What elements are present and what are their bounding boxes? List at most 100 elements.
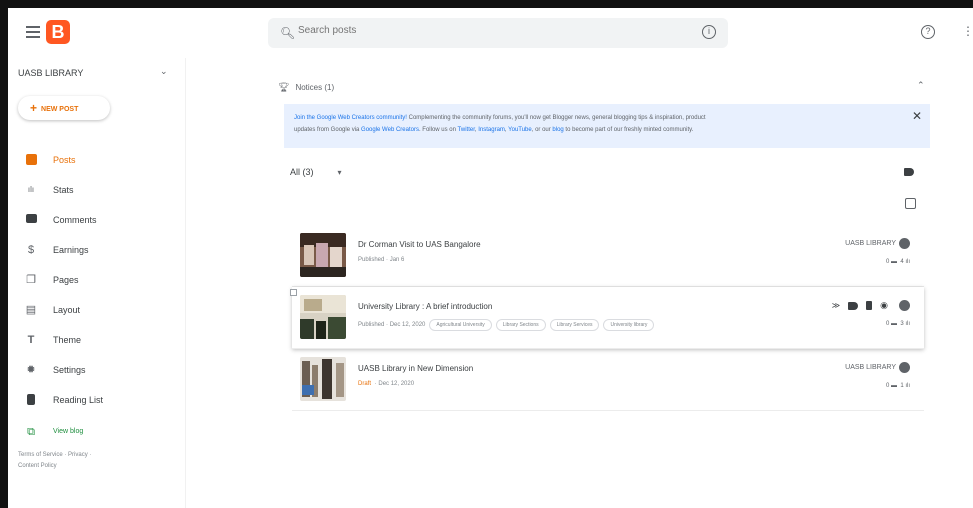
top-app-bar: B 🔍︎ i ? ⋮ [8, 8, 973, 58]
layout-icon: ▤ [25, 304, 37, 316]
bookmark-icon [25, 394, 37, 406]
author-name: UASB LIBRARY [845, 364, 896, 371]
settings-icon: ✹ [26, 364, 36, 376]
post-title[interactable]: University Library : A brief introductio… [358, 302, 492, 311]
sidebar-item-label: Theme [53, 335, 82, 345]
views-icon: ılı [905, 259, 910, 265]
earnings-icon: $ [27, 244, 35, 256]
sidebar-item-label: Posts [53, 155, 76, 165]
share-icon[interactable]: ≫ [832, 301, 840, 310]
notice-link-instagram[interactable]: Instagram [478, 127, 505, 133]
comment-count: 0 [885, 321, 890, 327]
search-bar[interactable]: 🔍︎ i [268, 18, 728, 48]
notice-link-gwc[interactable]: Google Web Creators [361, 127, 419, 133]
notice-link-twitter[interactable]: Twitter [458, 127, 475, 133]
notice-link-youtube[interactable]: YouTube [508, 127, 532, 133]
sidebar-item-reading-list[interactable]: Reading List [8, 386, 186, 414]
post-title[interactable]: UASB Library in New Dimension [358, 364, 473, 373]
privacy-link[interactable]: Privacy [68, 452, 88, 458]
post-stats: 0 ▬ 1 ılı [886, 383, 910, 389]
notice-text: , or our [531, 127, 553, 133]
sidebar-item-layout[interactable]: ▤ Layout [8, 296, 186, 324]
notice-text: . Follow us on [418, 127, 458, 133]
plus-icon: + [30, 101, 38, 115]
avatar [899, 238, 910, 249]
post-select-checkbox[interactable] [290, 289, 297, 296]
terms-link[interactable]: Terms of Service [18, 452, 63, 458]
posts-icon [25, 154, 37, 166]
sidebar-item-label: Stats [53, 185, 74, 195]
sidebar-item-theme[interactable]: T Theme [8, 326, 186, 354]
post-status: Published [358, 257, 385, 263]
notices-title: Notices (1) [295, 83, 335, 92]
author-name: UASB LIBRARY [845, 240, 896, 247]
search-icon: 🔍︎ [280, 26, 296, 40]
delete-icon[interactable] [866, 301, 873, 310]
view-count: 3 [900, 321, 904, 327]
info-icon[interactable]: i [702, 25, 716, 39]
post-title[interactable]: Dr Corman Visit to UAS Bangalore [358, 240, 481, 249]
post-row[interactable]: Dr Corman Visit to UAS Bangalore Publish… [292, 225, 924, 287]
post-label-chip[interactable]: Library Services [549, 319, 600, 331]
sidebar-item-label: Settings [53, 365, 86, 375]
post-label-chip[interactable]: Agricultural University [429, 319, 492, 331]
chevron-down-icon[interactable]: ⌄ [160, 66, 168, 77]
new-post-button[interactable]: + NEW POST [18, 96, 110, 120]
post-row-actions: ≫ ◉ [832, 300, 910, 311]
post-stats: 0 ▬ 3 ılı [886, 321, 910, 327]
footer-links: Terms of Service · Privacy · Content Pol… [18, 452, 92, 469]
sidebar: UASB LIBRARY ⌄ + NEW POST Posts ılı Stats… [8, 58, 186, 508]
post-label-chip[interactable]: University library [603, 319, 655, 331]
notice-text: Complementing the community forums, you'… [406, 115, 706, 121]
sidebar-item-stats[interactable]: ılı Stats [8, 176, 186, 204]
post-meta: Published · Dec 12, 2020 Agricultural Un… [358, 319, 655, 331]
notice-banner: Join the Google Web Creators community! … [284, 104, 930, 148]
comment-icon: ▬ [890, 259, 897, 265]
avatar [899, 362, 910, 373]
sidebar-item-settings[interactable]: ✹ Settings [8, 356, 186, 384]
notice-text: to become part of our freshly minted com… [563, 127, 694, 133]
blog-selector[interactable]: UASB LIBRARY [18, 68, 83, 78]
main-content: 🏆︎ Notices (1) ⌃ Join the Google Web Crea… [186, 58, 973, 508]
post-meta: Published · Jan 6 [358, 257, 405, 263]
notices-header[interactable]: 🏆︎ Notices (1) [278, 82, 928, 93]
post-status: Published [358, 322, 385, 328]
sidebar-item-posts[interactable]: Posts [8, 146, 186, 174]
close-icon[interactable]: ✕ [912, 110, 922, 122]
stats-icon: ılı [27, 185, 35, 194]
more-options-icon[interactable]: ⋮ [962, 24, 973, 38]
sidebar-item-view-blog[interactable]: ⧉ View blog [8, 418, 186, 446]
sidebar-item-label: Reading List [53, 395, 104, 405]
label-icon[interactable] [848, 301, 859, 310]
sidebar-item-label: Earnings [53, 245, 89, 255]
comments-icon [25, 214, 37, 226]
chevron-up-icon[interactable]: ⌃ [917, 80, 925, 91]
sidebar-item-label: Comments [53, 215, 97, 225]
post-row[interactable]: University Library : A brief introductio… [290, 287, 924, 349]
comment-count: 0 [885, 259, 890, 265]
sidebar-item-label: View blog [53, 428, 84, 435]
blogger-logo[interactable]: B [46, 20, 70, 44]
post-label-chip[interactable]: Library Sections [495, 319, 546, 331]
comment-count: 0 [885, 383, 890, 389]
sidebar-item-pages[interactable]: ❐ Pages [8, 266, 186, 294]
label-icon[interactable] [904, 168, 914, 176]
caret-down-icon: ▾ [337, 168, 342, 177]
select-all-checkbox[interactable] [905, 198, 916, 209]
trophy-icon: 🏆︎ [278, 82, 290, 92]
search-input[interactable] [298, 25, 678, 36]
post-stats: 0 ▬ 4 ılı [886, 259, 910, 265]
post-row[interactable]: UASB Library in New Dimension Draft · De… [292, 349, 924, 411]
post-filter-dropdown[interactable]: All (3) ▾ [290, 167, 342, 177]
notice-link-blog[interactable]: blog [552, 127, 563, 133]
hamburger-menu-icon[interactable] [26, 26, 40, 38]
view-icon[interactable]: ◉ [880, 300, 888, 311]
content-policy-link[interactable]: Content Policy [18, 463, 57, 469]
notice-link-community[interactable]: Join the Google Web Creators community! [294, 115, 407, 121]
sidebar-item-comments[interactable]: Comments [8, 206, 186, 234]
sidebar-item-earnings[interactable]: $ Earnings [8, 236, 186, 264]
help-icon[interactable]: ? [921, 25, 935, 39]
post-thumbnail [300, 295, 346, 339]
post-thumbnail [300, 357, 346, 401]
post-list: Dr Corman Visit to UAS Bangalore Publish… [290, 225, 924, 411]
